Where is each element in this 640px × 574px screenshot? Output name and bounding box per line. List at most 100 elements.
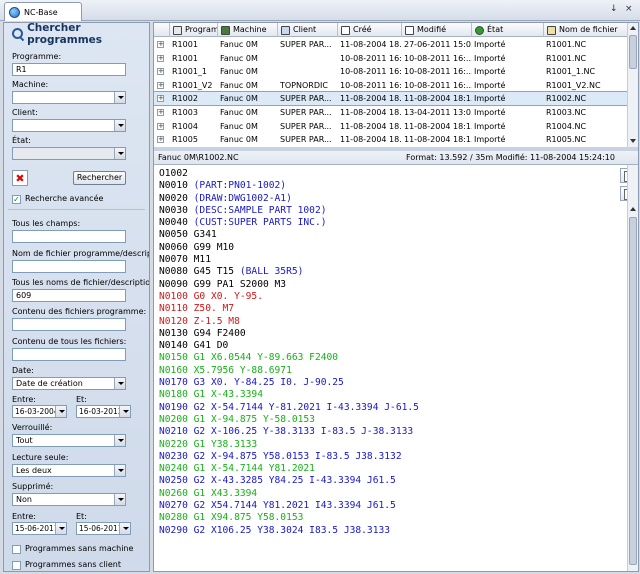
- grid-scrollbar[interactable]: [627, 23, 638, 147]
- table-cell: SUPER PAR...: [280, 121, 332, 131]
- scroll-thumb[interactable]: [629, 217, 637, 565]
- expand-row-icon[interactable]: +: [157, 136, 164, 144]
- et-label-2: Et:: [76, 512, 87, 521]
- client-select[interactable]: [12, 119, 126, 132]
- program-filename-input[interactable]: [12, 260, 126, 273]
- column-header-client[interactable]: Client: [278, 23, 338, 37]
- code-scrollbar[interactable]: [627, 165, 638, 571]
- verrouille-select[interactable]: Tout: [12, 434, 126, 447]
- code-line: N0290 G2 X106.25 Y38.3024 I83.5 J38.3133: [159, 524, 391, 536]
- date-from-picker-2[interactable]: 15-06-2011: [12, 522, 67, 535]
- date-type-select[interactable]: Date de création: [12, 377, 126, 390]
- expand-row-icon[interactable]: +: [157, 41, 164, 48]
- program-content-input[interactable]: [12, 318, 126, 331]
- scroll-up-icon[interactable]: [629, 24, 638, 33]
- sans-client-label: Programmes sans client: [25, 560, 122, 569]
- table-cell: 11-08-2004 18...: [340, 121, 402, 131]
- etat-select[interactable]: [12, 147, 126, 160]
- column-header-etat[interactable]: État: [472, 23, 544, 37]
- table-row[interactable]: + R1001_V2 Fanuc 0M TOPNORDIC 10-08-2011 16:…: [154, 79, 628, 92]
- all-fields-label: Tous les champs:: [12, 219, 81, 228]
- advanced-search-label: Recherche avancée: [25, 194, 104, 203]
- advanced-search-checkbox[interactable]: ✓: [12, 195, 21, 204]
- created-icon: [341, 25, 350, 35]
- date-from-picker[interactable]: 16-03-2004: [12, 405, 67, 418]
- table-cell: Fanuc 0M: [220, 80, 258, 90]
- expand-row-icon[interactable]: +: [157, 54, 164, 62]
- table-cell: Importé: [474, 121, 506, 131]
- table-row[interactable]: + R1001 Fanuc 0M 10-08-2011 16:...10-08-201…: [154, 52, 628, 65]
- table-cell: R1001_V2: [172, 80, 213, 90]
- column-header-programme[interactable]: Programme: [170, 23, 218, 37]
- column-header-modifie[interactable]: Modifié: [402, 23, 472, 37]
- all-fields-input[interactable]: [12, 230, 126, 243]
- scroll-thumb[interactable]: [629, 35, 637, 69]
- supprime-select[interactable]: Non: [12, 493, 126, 506]
- expand-row-icon[interactable]: +: [157, 68, 164, 76]
- code-line-prefix: N0020: [159, 192, 194, 204]
- tab-bar: NC-Base ↓ ×: [0, 0, 640, 21]
- column-label: Machine: [233, 25, 267, 34]
- sans-machine-checkbox[interactable]: [12, 545, 21, 554]
- chevron-down-icon: [114, 148, 125, 159]
- search-button[interactable]: Rechercher: [73, 171, 126, 185]
- clear-button[interactable]: ✖: [12, 170, 28, 186]
- state-icon: [475, 25, 484, 35]
- code-line: N0140 G41 D0: [159, 340, 229, 352]
- chevron-down-icon: [114, 120, 125, 131]
- tab-nc-base[interactable]: NC-Base: [4, 2, 82, 21]
- table-cell: Fanuc 0M: [220, 135, 258, 145]
- code-line: N0190 G2 X-54.7144 Y-81.2021 I-43.3394 J…: [159, 401, 419, 413]
- scroll-down-icon[interactable]: [629, 136, 638, 145]
- nc-code-viewer[interactable]: O1002 N0010 (PART:PN01-1002) N0020 (DRAW:D…: [154, 165, 606, 571]
- expand-row-icon[interactable]: +: [157, 95, 164, 103]
- date-label: Date:: [12, 366, 34, 375]
- code-line: N0030 (DESC:SAMPLE PART 1002): [159, 205, 606, 217]
- expand-row-icon[interactable]: +: [157, 109, 164, 116]
- code-comment: (DRAW:DWG1002-A1): [193, 192, 292, 204]
- table-row[interactable]: + R1001_1 Fanuc 0M 10-08-2011 16:...10-08-2…: [154, 65, 628, 78]
- all-content-input[interactable]: [12, 348, 126, 361]
- verrouille-label: Verrouillé:: [12, 423, 53, 432]
- chevron-down-icon: [55, 523, 66, 534]
- date-to-picker-2[interactable]: 15-06-2011: [76, 522, 131, 535]
- close-icon[interactable]: ×: [625, 4, 633, 14]
- column-header-machine[interactable]: Machine: [218, 23, 278, 37]
- table-cell: [278, 52, 338, 65]
- scroll-up-icon[interactable]: [629, 205, 638, 214]
- pin-icon[interactable]: ↓: [610, 4, 618, 14]
- program-filename-label: Nom de fichier programme/description: [12, 249, 149, 258]
- date-to-value-2: 15-06-2011: [79, 524, 123, 533]
- chevron-down-icon: [114, 378, 125, 389]
- code-line: N0220 G1 Y38.3133: [159, 438, 258, 450]
- code-line: N0250 G2 X-43.3285 Y84.25 I-43.3394 J61.…: [159, 475, 396, 487]
- lecture-seule-select[interactable]: Les deux: [12, 464, 126, 477]
- tab-title: NC-Base: [24, 7, 58, 17]
- code-line: N0180 G1 X-43.3394: [159, 389, 263, 401]
- table-cell: 11-08-2004 18:1...: [404, 135, 472, 145]
- expand-row-icon[interactable]: +: [157, 122, 164, 130]
- date-to-picker[interactable]: 16-03-2012: [76, 405, 131, 418]
- column-label: Nom de fichier: [559, 25, 618, 34]
- table-row[interactable]: + R1002 Fanuc 0M SUPER PAR... 11-08-2004 18.…: [154, 91, 628, 107]
- table-cell: R1003.NC: [546, 108, 587, 117]
- table-row[interactable]: + R1005 Fanuc 0M SUPER PAR... 11-08-2004 18.…: [154, 133, 628, 146]
- all-filenames-input[interactable]: 609: [12, 289, 126, 302]
- table-cell: TOPNORDIC: [280, 80, 328, 90]
- table-row[interactable]: + R1001 Fanuc 0M SUPER PAR... 11-08-2004 18.…: [154, 38, 628, 51]
- file-path: Fanuc 0M\R1002.NC: [158, 153, 239, 162]
- code-line: N0260 G1 X43.3394: [159, 487, 258, 499]
- table-row[interactable]: + R1004 Fanuc 0M SUPER PAR... 11-08-2004 18.…: [154, 120, 628, 133]
- code-line-prefix: N0030: [159, 204, 194, 216]
- table-cell: 11-08-2004 18...: [340, 135, 402, 145]
- chevron-down-icon: [114, 494, 125, 505]
- machine-label: Machine:: [12, 80, 49, 89]
- machine-select[interactable]: [12, 91, 126, 104]
- expand-row-icon[interactable]: +: [157, 81, 164, 89]
- column-header-cree[interactable]: Créé: [338, 23, 402, 37]
- table-cell: SUPER PAR...: [280, 40, 332, 49]
- column-header-nom-fichier[interactable]: Nom de fichier: [544, 23, 628, 37]
- table-row[interactable]: + R1003 Fanuc 0M SUPER PAR... 11-08-2004 18.…: [154, 106, 628, 119]
- programme-input[interactable]: R1: [12, 63, 126, 76]
- sans-client-checkbox[interactable]: [12, 561, 21, 570]
